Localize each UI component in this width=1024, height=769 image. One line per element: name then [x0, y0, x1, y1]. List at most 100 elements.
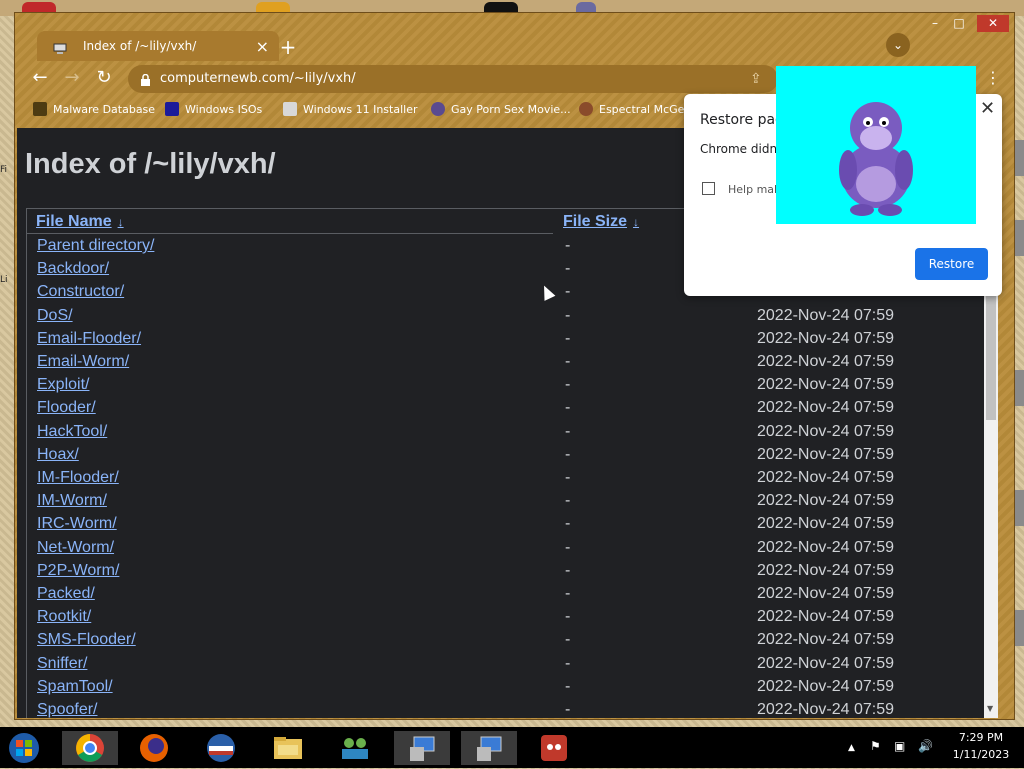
table-row: Email-Flooder/ - 2022-Nov-24 07:59	[27, 330, 987, 353]
file-size: -	[565, 608, 571, 626]
file-link[interactable]: Backdoor/	[37, 260, 109, 278]
table-row: IM-Worm/ - 2022-Nov-24 07:59	[27, 492, 987, 515]
bonzibuddy-window[interactable]	[776, 66, 976, 224]
file-link[interactable]: Hoax/	[37, 446, 79, 464]
bookmark-item[interactable]: Windows ISOs	[165, 102, 262, 120]
file-size: -	[565, 306, 571, 324]
file-date: 2022-Nov-24 07:59	[757, 422, 894, 440]
tab-active[interactable]: Index of /~lily/vxh/ ×	[37, 31, 279, 61]
maximize-button[interactable]: □	[945, 15, 973, 32]
file-date: 2022-Nov-24 07:59	[757, 376, 894, 394]
table-row: DoS/ - 2022-Nov-24 07:59	[27, 307, 987, 330]
lock-icon[interactable]	[140, 72, 151, 86]
dialog-title: Restore pag	[700, 112, 784, 128]
file-link[interactable]: Rootkit/	[37, 608, 91, 626]
page-title: Index of /~lily/vxh/	[25, 148, 276, 180]
share-icon[interactable]: ⇪	[750, 71, 762, 87]
table-row: Exploit/ - 2022-Nov-24 07:59	[27, 376, 987, 399]
desktop-icon-fragment[interactable]	[1015, 140, 1024, 176]
chrome-taskbar-icon[interactable]	[62, 731, 118, 765]
file-size: -	[565, 515, 571, 533]
forward-button[interactable]: →	[61, 67, 83, 89]
url-text[interactable]: computernewb.com/~lily/vxh/	[160, 71, 356, 86]
clock-time[interactable]: 7:29 PM	[949, 731, 1013, 744]
show-hidden-icons[interactable]: ▲	[848, 743, 855, 753]
restore-button[interactable]: Restore	[915, 248, 988, 280]
bookmark-item[interactable]: Windows 11 Installer	[283, 102, 418, 120]
network-users-taskbar-icon[interactable]	[327, 731, 383, 765]
remote-desktop-taskbar-icon[interactable]	[461, 731, 517, 765]
bookmark-item[interactable]: Espectral McGe	[579, 102, 684, 120]
table-row: SpamTool/ - 2022-Nov-24 07:59	[27, 678, 987, 701]
file-size: -	[565, 492, 571, 510]
file-date: 2022-Nov-24 07:59	[757, 399, 894, 417]
table-row: IRC-Worm/ - 2022-Nov-24 07:59	[27, 515, 987, 538]
file-link[interactable]: Sniffer/	[37, 655, 87, 673]
file-link[interactable]: SMS-Flooder/	[37, 631, 136, 649]
scroll-thumb[interactable]	[986, 290, 996, 420]
help-checkbox[interactable]	[702, 182, 715, 195]
file-date: 2022-Nov-24 07:59	[757, 329, 894, 347]
bookmark-favicon-icon	[579, 102, 593, 116]
network-icon[interactable]: ▣	[894, 739, 905, 753]
file-link[interactable]: SpamTool/	[37, 678, 113, 696]
desktop-icon-fragment[interactable]	[1015, 610, 1024, 646]
file-link[interactable]: Email-Flooder/	[37, 330, 141, 348]
tab-close-icon[interactable]: ×	[256, 37, 269, 56]
file-link[interactable]: P2P-Worm/	[37, 562, 119, 580]
internet-explorer-taskbar-icon[interactable]	[193, 731, 249, 765]
table-row: Email-Worm/ - 2022-Nov-24 07:59	[27, 353, 987, 376]
column-header-file-name[interactable]: File Name ↓	[36, 213, 124, 231]
dialog-body: Chrome didn'	[700, 142, 781, 156]
file-link[interactable]: IM-Flooder/	[37, 469, 119, 487]
action-center-flag-icon[interactable]: ⚑	[870, 739, 881, 753]
table-row: Sniffer/ - 2022-Nov-24 07:59	[27, 655, 987, 678]
volume-icon[interactable]: 🔊	[918, 739, 933, 753]
desktop-icon-fragment[interactable]	[1015, 220, 1024, 256]
firefox-taskbar-icon[interactable]	[126, 731, 182, 765]
file-link[interactable]: HackTool/	[37, 423, 107, 441]
desktop-icon-fragment[interactable]	[1015, 490, 1024, 526]
column-header-file-size[interactable]: File Size ↓	[563, 213, 639, 231]
scroll-down-icon[interactable]: ▼	[987, 704, 993, 713]
file-link[interactable]: Exploit/	[37, 376, 89, 394]
file-explorer-taskbar-icon[interactable]	[260, 731, 316, 765]
bookmark-item[interactable]: Malware Database	[33, 102, 155, 120]
bookmark-item[interactable]: Gay Porn Sex Movie...	[431, 102, 571, 120]
back-button[interactable]: ←	[29, 67, 51, 89]
remote-desktop-taskbar-icon[interactable]	[394, 731, 450, 765]
new-tab-button[interactable]: +	[277, 35, 299, 59]
file-link[interactable]: IM-Worm/	[37, 492, 107, 510]
desktop-icon-fragment[interactable]	[1015, 370, 1024, 406]
file-date: 2022-Nov-24 07:59	[757, 445, 894, 463]
taskbar: ▲ ⚑ ▣ 🔊 7:29 PM 1/11/2023	[0, 727, 1024, 768]
file-date: 2022-Nov-24 07:59	[757, 469, 894, 486]
address-bar[interactable]: computernewb.com/~lily/vxh/ ⇪	[128, 65, 778, 93]
tab-search-button[interactable]: ⌄	[886, 33, 910, 57]
file-size: -	[565, 260, 571, 278]
clock-date[interactable]: 1/11/2023	[949, 748, 1013, 761]
file-date: 2022-Nov-24 07:59	[757, 677, 894, 695]
file-link[interactable]: Flooder/	[37, 399, 96, 417]
file-link[interactable]: IRC-Worm/	[37, 515, 117, 533]
file-size: -	[565, 445, 571, 463]
window-close-button[interactable]: ✕	[977, 15, 1009, 32]
file-link[interactable]: Packed/	[37, 585, 95, 603]
file-date: 2022-Nov-24 07:59	[757, 654, 894, 672]
file-link[interactable]: Parent directory/	[37, 237, 154, 255]
file-link[interactable]: Constructor/	[37, 283, 124, 301]
sort-arrow-icon: ↓	[117, 215, 124, 229]
browser-menu-icon[interactable]: ⋮	[985, 68, 1001, 87]
file-link[interactable]: Net-Worm/	[37, 539, 114, 557]
file-size: -	[565, 329, 571, 347]
sort-arrow-icon: ↓	[633, 215, 640, 229]
angry-birds-taskbar-icon[interactable]	[526, 731, 582, 765]
file-link[interactable]: Email-Worm/	[37, 353, 129, 371]
start-button[interactable]	[4, 731, 60, 765]
dialog-close-icon[interactable]: ✕	[980, 98, 995, 119]
table-row: Packed/ - 2022-Nov-24 07:59	[27, 585, 987, 608]
file-size: -	[565, 561, 571, 579]
reload-button[interactable]: ↻	[93, 67, 115, 89]
file-link[interactable]: DoS/	[37, 307, 73, 325]
file-link[interactable]: Spoofer/	[37, 701, 97, 718]
